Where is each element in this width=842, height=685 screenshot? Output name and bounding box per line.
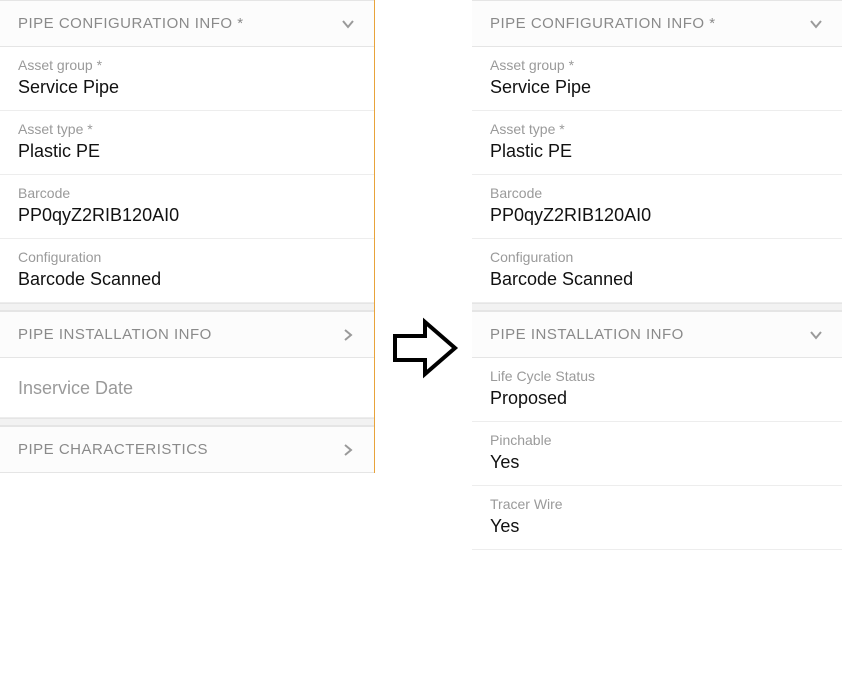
field-value: PP0qyZ2RIB120AI0	[490, 205, 824, 226]
field-barcode[interactable]: Barcode PP0qyZ2RIB120AI0	[0, 175, 374, 239]
section-title: PIPE INSTALLATION INFO	[18, 326, 212, 343]
field-configuration[interactable]: Configuration Barcode Scanned	[472, 239, 842, 303]
arrow-right-icon	[385, 308, 465, 388]
field-value: Barcode Scanned	[18, 269, 356, 290]
field-label: Pinchable	[490, 432, 824, 448]
field-barcode[interactable]: Barcode PP0qyZ2RIB120AI0	[472, 175, 842, 239]
field-value: Service Pipe	[18, 77, 356, 98]
section-pipe-installation[interactable]: PIPE INSTALLATION INFO	[472, 311, 842, 358]
field-value: Plastic PE	[18, 141, 356, 162]
field-asset-group[interactable]: Asset group * Service Pipe	[0, 47, 374, 111]
field-label: Barcode	[18, 185, 356, 201]
chevron-right-icon	[340, 327, 356, 343]
field-life-cycle-status[interactable]: Life Cycle Status Proposed	[472, 358, 842, 422]
chevron-down-icon	[808, 16, 824, 32]
field-value: Proposed	[490, 388, 824, 409]
field-label: Asset group *	[18, 57, 356, 73]
field-label: Barcode	[490, 185, 824, 201]
section-title: PIPE CONFIGURATION INFO *	[18, 15, 244, 32]
field-value: PP0qyZ2RIB120AI0	[18, 205, 356, 226]
field-value: Service Pipe	[490, 77, 824, 98]
field-value: Plastic PE	[490, 141, 824, 162]
section-pipe-characteristics[interactable]: PIPE CHARACTERISTICS	[0, 426, 374, 473]
field-value: Yes	[490, 516, 824, 537]
field-configuration[interactable]: Configuration Barcode Scanned	[0, 239, 374, 303]
section-pipe-installation[interactable]: PIPE INSTALLATION INFO	[0, 311, 374, 358]
field-tracer-wire[interactable]: Tracer Wire Yes	[472, 486, 842, 550]
field-asset-type[interactable]: Asset type * Plastic PE	[472, 111, 842, 175]
field-inservice-date[interactable]: Inservice Date	[0, 358, 374, 418]
panel-before: PIPE CONFIGURATION INFO * Asset group * …	[0, 0, 375, 473]
section-title: PIPE CHARACTERISTICS	[18, 441, 208, 458]
field-label: Configuration	[490, 249, 824, 265]
chevron-down-icon	[808, 327, 824, 343]
section-title: PIPE INSTALLATION INFO	[490, 326, 684, 343]
field-asset-group[interactable]: Asset group * Service Pipe	[472, 47, 842, 111]
field-label: Asset group *	[490, 57, 824, 73]
chevron-down-icon	[340, 16, 356, 32]
section-pipe-config[interactable]: PIPE CONFIGURATION INFO *	[0, 0, 374, 47]
field-label: Asset type *	[490, 121, 824, 137]
field-asset-type[interactable]: Asset type * Plastic PE	[0, 111, 374, 175]
field-label: Inservice Date	[18, 368, 356, 405]
section-gap	[0, 418, 374, 426]
field-label: Asset type *	[18, 121, 356, 137]
section-title: PIPE CONFIGURATION INFO *	[490, 15, 716, 32]
field-value: Yes	[490, 452, 824, 473]
field-pinchable[interactable]: Pinchable Yes	[472, 422, 842, 486]
field-label: Tracer Wire	[490, 496, 824, 512]
field-value: Barcode Scanned	[490, 269, 824, 290]
section-gap	[0, 303, 374, 311]
panel-after: PIPE CONFIGURATION INFO * Asset group * …	[472, 0, 842, 550]
section-gap	[472, 303, 842, 311]
section-pipe-config[interactable]: PIPE CONFIGURATION INFO *	[472, 0, 842, 47]
field-label: Configuration	[18, 249, 356, 265]
field-label: Life Cycle Status	[490, 368, 824, 384]
chevron-right-icon	[340, 442, 356, 458]
